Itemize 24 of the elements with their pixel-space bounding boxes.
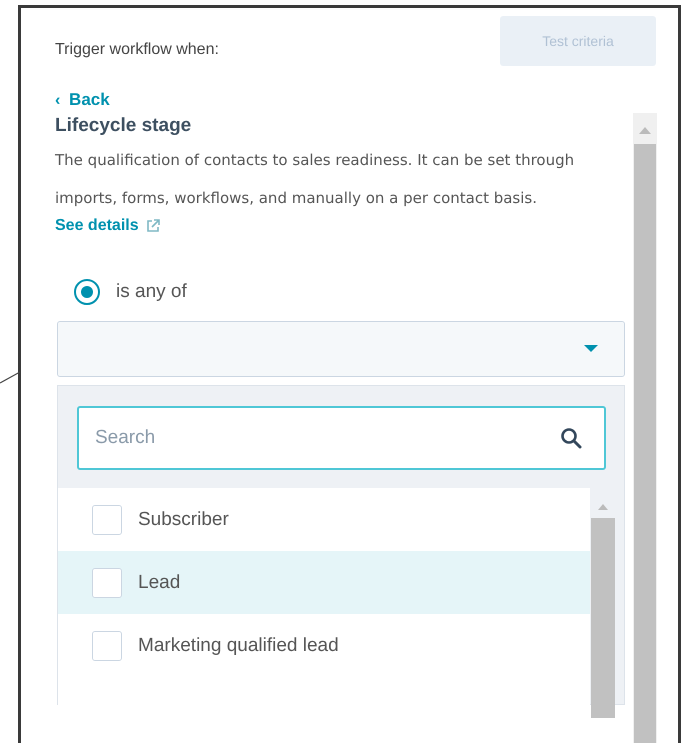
option-label: Subscriber [138, 508, 229, 530]
scrollbar[interactable] [633, 113, 657, 743]
option-label: Lead [138, 572, 180, 594]
dropdown-select[interactable] [57, 321, 625, 377]
back-link[interactable]: ‹ Back [55, 90, 678, 110]
section-title: Trigger workflow when: [55, 41, 219, 59]
scroll-up-icon [598, 504, 608, 510]
radio-label: is any of [116, 281, 187, 303]
checkbox[interactable] [92, 630, 122, 660]
option-label: Marketing qualified lead [138, 634, 339, 656]
see-details-link[interactable]: See details [55, 217, 139, 235]
property-name: Lifecycle stage [55, 115, 192, 137]
checkbox[interactable] [92, 504, 122, 534]
checkbox[interactable] [92, 568, 122, 598]
radio-button[interactable] [74, 279, 100, 305]
external-link-icon [144, 218, 161, 234]
option-row[interactable]: Subscriber [58, 488, 590, 551]
scroll-up-icon [639, 127, 651, 134]
caret-icon [584, 345, 598, 353]
property-description: The qualification of contacts to sales readiness. It can be set through imports, forms, workflows, and manually on a per contact basis. [55, 150, 576, 209]
search-icon [560, 427, 582, 449]
option-row[interactable]: Marketing qualified lead [58, 614, 590, 677]
search-field[interactable]: Search [77, 406, 606, 470]
option-row[interactable]: Lead [58, 551, 590, 614]
